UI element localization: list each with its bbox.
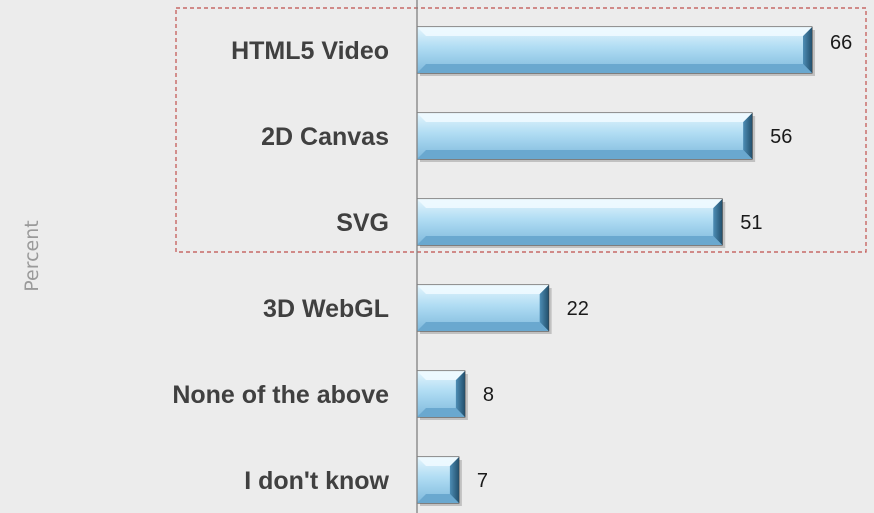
value-label: 8 bbox=[483, 384, 494, 406]
value-label: 66 bbox=[830, 32, 852, 54]
bar-group-html5-video: HTML5 Video 66 bbox=[231, 26, 852, 76]
category-label: 2D Canvas bbox=[261, 123, 389, 151]
bar-bevel-top bbox=[417, 285, 549, 294]
category-label: HTML5 Video bbox=[231, 37, 389, 65]
value-label: 22 bbox=[567, 298, 589, 320]
bar-bevel-top bbox=[417, 199, 723, 208]
bars-layer: HTML5 Video 66 2D Canvas 56 SVG 51 3D WebGL 22 N… bbox=[172, 26, 852, 506]
bar-group-i-don-t-know: I don't know 7 bbox=[244, 456, 488, 506]
bar-bevel-top bbox=[417, 113, 753, 122]
y-axis-label: Percent bbox=[21, 220, 43, 292]
category-label: I don't know bbox=[244, 467, 389, 495]
bar-group-svg: SVG 51 bbox=[336, 198, 762, 248]
chart-container: Percent HTML5 Video 66 2D Canvas 56 SVG 51 3D … bbox=[0, 0, 874, 513]
bar-bevel-bottom bbox=[417, 322, 549, 331]
bar-group-none-of-the-above: None of the above 8 bbox=[172, 370, 494, 420]
bar-bevel-top bbox=[417, 27, 812, 36]
value-label: 7 bbox=[477, 470, 488, 492]
bar-bevel-bottom bbox=[417, 64, 812, 73]
bar-bevel-bottom bbox=[417, 236, 723, 245]
category-label: SVG bbox=[336, 209, 389, 237]
bar-bevel-bottom bbox=[417, 150, 753, 159]
bar-chart: Percent HTML5 Video 66 2D Canvas 56 SVG 51 3D … bbox=[21, 0, 867, 513]
category-label: 3D WebGL bbox=[263, 295, 389, 323]
value-label: 51 bbox=[740, 212, 762, 234]
bar-group-3d-webgl: 3D WebGL 22 bbox=[263, 284, 589, 334]
value-label: 56 bbox=[770, 126, 792, 148]
category-label: None of the above bbox=[172, 381, 389, 409]
bar-group-2d-canvas: 2D Canvas 56 bbox=[261, 112, 792, 162]
